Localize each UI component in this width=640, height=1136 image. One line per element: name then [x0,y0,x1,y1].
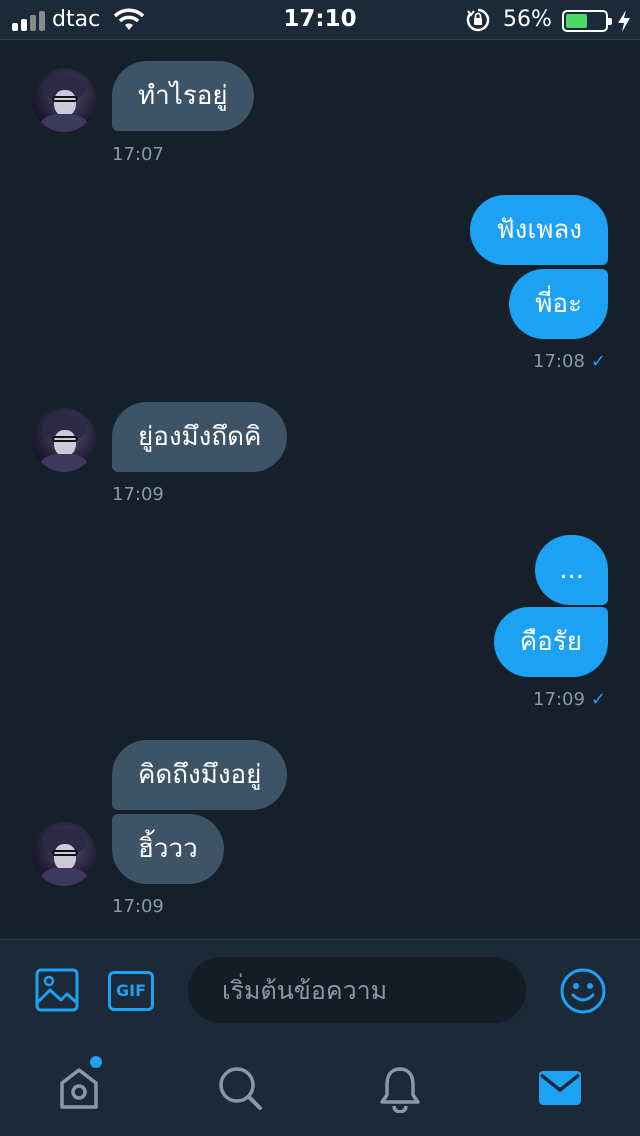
message-timestamp: 17:09 [112,896,164,917]
contact-avatar[interactable] [32,68,96,132]
home-icon[interactable] [54,1063,104,1113]
outgoing-message[interactable]: ฟังเพลง [470,195,608,265]
message-timestamp: 17:09 [112,484,164,505]
incoming-message[interactable]: ฮิ้ววว [112,814,224,884]
message-timestamp: 17:08 ✓ [533,351,606,372]
timestamp-text: 17:09 [533,689,585,710]
outgoing-message[interactable]: คือรัย [493,607,608,677]
message-input[interactable] [188,957,526,1023]
incoming-message[interactable]: ยู่องมึงถึดคิ [112,402,288,472]
battery-level-fill [566,14,587,28]
outgoing-message[interactable]: ... [535,535,608,605]
orientation-lock-icon [466,8,490,32]
timestamp-text: 17:08 [533,351,585,372]
battery-percent: 56% [503,7,552,32]
contact-avatar[interactable] [32,822,96,886]
gif-button[interactable]: GIF [108,971,154,1011]
status-bar: dtac 17:10 56% [0,0,640,40]
message-timestamp: 17:09 ✓ [533,689,606,710]
new-activity-dot [90,1056,102,1068]
emoji-icon[interactable] [559,967,607,1015]
read-check-icon: ✓ [590,351,606,372]
outgoing-message[interactable]: พี่อะ [509,269,608,339]
notifications-icon[interactable] [375,1063,425,1113]
incoming-message[interactable]: ทำไรอยู่ [112,61,254,131]
contact-avatar[interactable] [32,408,96,472]
charging-icon [618,10,630,32]
image-icon[interactable] [35,968,79,1012]
read-check-icon: ✓ [590,689,606,710]
message-timestamp: 17:07 [112,144,164,165]
search-icon[interactable] [215,1063,265,1113]
message-composer: GIF [0,939,640,1043]
messages-icon[interactable] [535,1063,585,1113]
battery-icon [562,10,612,32]
conversation-thread[interactable]: ทำไรอยู่ 17:07 ฟังเพลง พี่อะ 17:08 ✓ ยู่อ… [0,41,640,939]
incoming-message[interactable]: คิดถึงมึงอยู่ [112,740,288,810]
